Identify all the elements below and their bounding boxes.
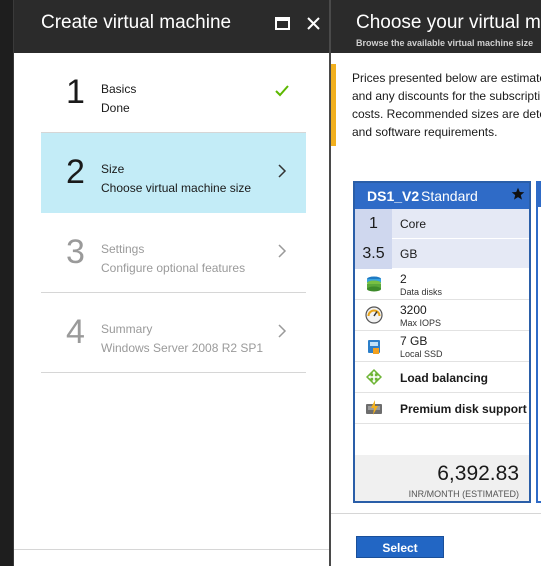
step-basics[interactable]: 1 Basics Done <box>41 53 306 133</box>
select-button[interactable]: Select <box>356 536 444 558</box>
spec-local-ssd: 7 GB Local SSD <box>355 331 529 362</box>
price-box: 6,392.83 INR/MONTH (ESTIMATED) <box>355 455 529 501</box>
size-tier: Standard <box>421 188 478 204</box>
blade-title: Create virtual machine <box>41 12 232 33</box>
step-number: 2 <box>66 153 85 191</box>
blade-header: Create virtual machine <box>14 0 330 53</box>
checkmark-icon <box>275 85 289 97</box>
spec-max-iops: 3200 Max IOPS <box>355 300 529 331</box>
step-summary[interactable]: 4 Summary Windows Server 2008 R2 SP1 <box>41 293 306 373</box>
chevron-right-icon <box>278 244 287 258</box>
ssd-icon <box>368 340 380 354</box>
footer-divider <box>331 513 541 514</box>
step-number: 3 <box>66 233 85 271</box>
close-icon[interactable] <box>304 14 324 34</box>
premium-disk-icon <box>366 400 382 415</box>
spec-label: Max IOPS <box>400 318 442 328</box>
maximize-icon[interactable] <box>273 14 293 34</box>
feature-premium-disk: Premium disk support <box>355 393 529 424</box>
notice-accent-bar <box>331 64 336 146</box>
blade-title: Choose your virtual mac <box>356 12 541 33</box>
spec-label: Data disks <box>400 287 443 297</box>
step-title: Summary <box>101 322 153 336</box>
notice-line: and any discounts for the subscripti <box>352 89 541 103</box>
step-size[interactable]: 2 Size Choose virtual machine size <box>41 133 306 213</box>
feature-load-balancing: Load balancing <box>355 362 529 393</box>
memory-value: 3.5 <box>355 239 392 269</box>
price-unit: INR/MONTH (ESTIMATED) <box>408 489 519 499</box>
step-subtitle: Choose virtual machine size <box>101 181 252 195</box>
step-title: Basics <box>101 82 137 96</box>
card-header: DS1_V2 Standard <box>355 183 529 209</box>
choose-size-blade: Choose your virtual mac Browse the avail… <box>331 0 541 566</box>
spec-value: 7 GB <box>400 334 428 348</box>
vm-size-card-ds1-v2[interactable]: DS1_V2 Standard 1 Core 3.5 GB 2 Data dis… <box>353 181 531 503</box>
pricing-notice: Prices presented below are estimate and … <box>331 53 541 146</box>
notice-line: Prices presented below are estimate <box>352 71 541 85</box>
spec-value: 2 <box>400 272 407 286</box>
spec-data-disks: 2 Data disks <box>355 269 529 300</box>
blade-bottom-divider <box>14 549 330 550</box>
blade-subtitle: Browse the available virtual machine siz… <box>356 38 534 48</box>
step-subtitle: Done <box>101 101 130 115</box>
feature-label: Premium disk support <box>400 402 527 416</box>
step-title: Size <box>101 162 125 176</box>
star-icon[interactable] <box>511 187 525 201</box>
cores-unit: Core <box>400 217 427 231</box>
spec-memory: 3.5 GB <box>355 239 529 269</box>
load-balancing-icon <box>366 369 382 385</box>
next-size-card-edge[interactable] <box>536 181 541 503</box>
spec-value: 3200 <box>400 303 427 317</box>
chevron-right-icon <box>278 324 287 338</box>
gauge-icon <box>365 306 383 324</box>
spec-cores: 1 Core <box>355 209 529 239</box>
notice-line: costs. Recommended sizes are deter <box>352 107 541 121</box>
step-number: 4 <box>66 313 85 351</box>
size-name: DS1_V2 <box>367 188 420 204</box>
data-disks-icon <box>367 276 381 292</box>
price-value: 6,392.83 <box>437 462 519 485</box>
chevron-right-icon <box>278 164 287 178</box>
feature-label: Load balancing <box>400 371 489 385</box>
step-subtitle: Configure optional features <box>101 261 246 275</box>
step-title: Settings <box>101 242 145 256</box>
step-settings[interactable]: 3 Settings Configure optional features <box>41 213 306 293</box>
memory-unit: GB <box>400 247 418 261</box>
spec-label: Local SSD <box>400 349 443 359</box>
steps-panel: 1 Basics Done 2 Size Choose virtual mach… <box>14 53 330 566</box>
portal-left-strip <box>0 0 14 566</box>
notice-text: Prices presented below are estimate and … <box>352 69 541 141</box>
notice-line: and software requirements. <box>352 125 498 139</box>
step-subtitle: Windows Server 2008 R2 SP1 <box>101 341 264 355</box>
cores-value: 1 <box>355 209 392 239</box>
blade-header: Choose your virtual mac Browse the avail… <box>331 0 541 53</box>
create-vm-blade: Create virtual machine 1 Basics Done 2 S… <box>14 0 330 566</box>
step-number: 1 <box>66 73 85 111</box>
